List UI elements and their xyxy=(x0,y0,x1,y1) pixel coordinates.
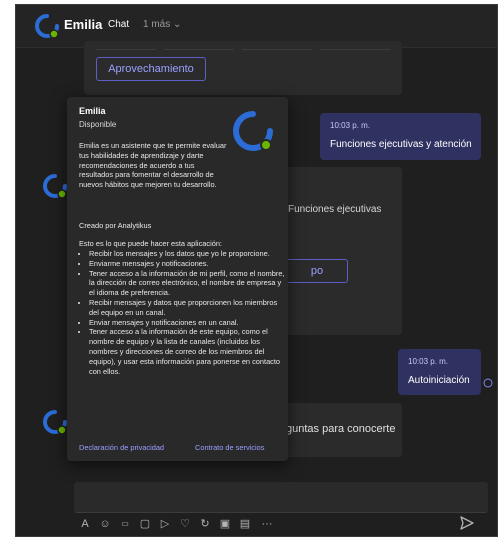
message-text: guntas para conocerte xyxy=(286,423,396,435)
profile-name: Emilia xyxy=(79,106,106,116)
bot-profile-card: Emilia Disponible Emilia es un asistente… xyxy=(67,97,288,461)
compose-box[interactable] xyxy=(74,482,488,513)
bot-avatar-icon[interactable] xyxy=(42,409,68,435)
sent-message[interactable]: 10:03 p. m. Funciones ejecutivas y atenc… xyxy=(320,113,481,160)
adaptive-card: Aprovechamiento xyxy=(84,41,402,95)
list-item: Tener acceso a la información de este eq… xyxy=(89,327,289,376)
privacy-link[interactable]: Declaración de privacidad xyxy=(79,443,164,453)
tab-more-label: 1 más xyxy=(143,19,171,30)
profile-status: Disponible xyxy=(79,120,117,129)
permissions-list: Recibir los mensajes y los datos que yo … xyxy=(79,249,289,376)
more-icon[interactable]: ··· xyxy=(258,515,276,533)
permissions-intro: Esto es lo que puede hacer esta aplicaci… xyxy=(79,239,222,248)
send-icon[interactable] xyxy=(459,515,475,531)
sticker-icon[interactable]: ▢ xyxy=(136,515,154,533)
card-button[interactable]: po xyxy=(286,259,348,283)
aprovechamiento-button[interactable]: Aprovechamiento xyxy=(96,57,206,81)
list-item: Tener acceso a la información de mi perf… xyxy=(89,269,289,298)
apps-icon[interactable]: ▣ xyxy=(216,515,234,533)
bot-avatar-icon xyxy=(233,111,273,151)
created-by: Creado por Analytikus xyxy=(79,221,152,230)
format-icon[interactable]: A xyxy=(76,515,94,533)
list-item: Recibir mensajes y datos que proporcione… xyxy=(89,298,289,318)
message-text: Funciones ejecutivas y atención xyxy=(330,139,472,150)
card-divider xyxy=(96,41,156,50)
bot-avatar-icon[interactable] xyxy=(42,173,68,199)
tab-chat[interactable]: Chat xyxy=(108,19,129,30)
teams-window: Emilia Chat 1 más ⌄ Aprovechamiento 10:0… xyxy=(15,4,498,537)
tab-more-dropdown[interactable]: 1 más ⌄ xyxy=(143,19,181,30)
list-item: Enviarme mensajes y notificaciones. xyxy=(89,259,289,269)
message-text: Autoiniciación xyxy=(408,375,470,386)
card-divider xyxy=(164,41,234,50)
sent-message[interactable]: 10:03 p. m. Autoiniciación xyxy=(398,349,481,395)
message-time: 10:03 p. m. xyxy=(408,357,449,366)
gif-icon[interactable]: ▭ xyxy=(116,515,134,533)
bot-avatar-icon[interactable] xyxy=(34,13,60,39)
attach-icon[interactable]: ▤ xyxy=(236,515,254,533)
list-item: Recibir los mensajes y los datos que yo … xyxy=(89,249,289,259)
profile-description: Emilia es un asistente que te permite ev… xyxy=(79,141,227,190)
emoji-icon[interactable]: ☺ xyxy=(96,515,114,533)
message-time: 10:03 p. m. xyxy=(330,121,371,130)
card-text: Funciones ejecutivas xyxy=(288,204,382,215)
terms-link[interactable]: Contrato de servicios xyxy=(195,443,264,453)
card-divider xyxy=(320,41,390,50)
list-item: Enviar mensajes y notificaciones en un c… xyxy=(89,318,289,328)
chat-title: Emilia xyxy=(64,17,103,32)
praise-icon[interactable]: ♡ xyxy=(176,515,194,533)
card-divider xyxy=(242,41,312,50)
read-receipt-icon xyxy=(483,378,493,388)
meet-icon[interactable]: ▷ xyxy=(156,515,174,533)
loop-icon[interactable]: ↻ xyxy=(196,515,214,533)
